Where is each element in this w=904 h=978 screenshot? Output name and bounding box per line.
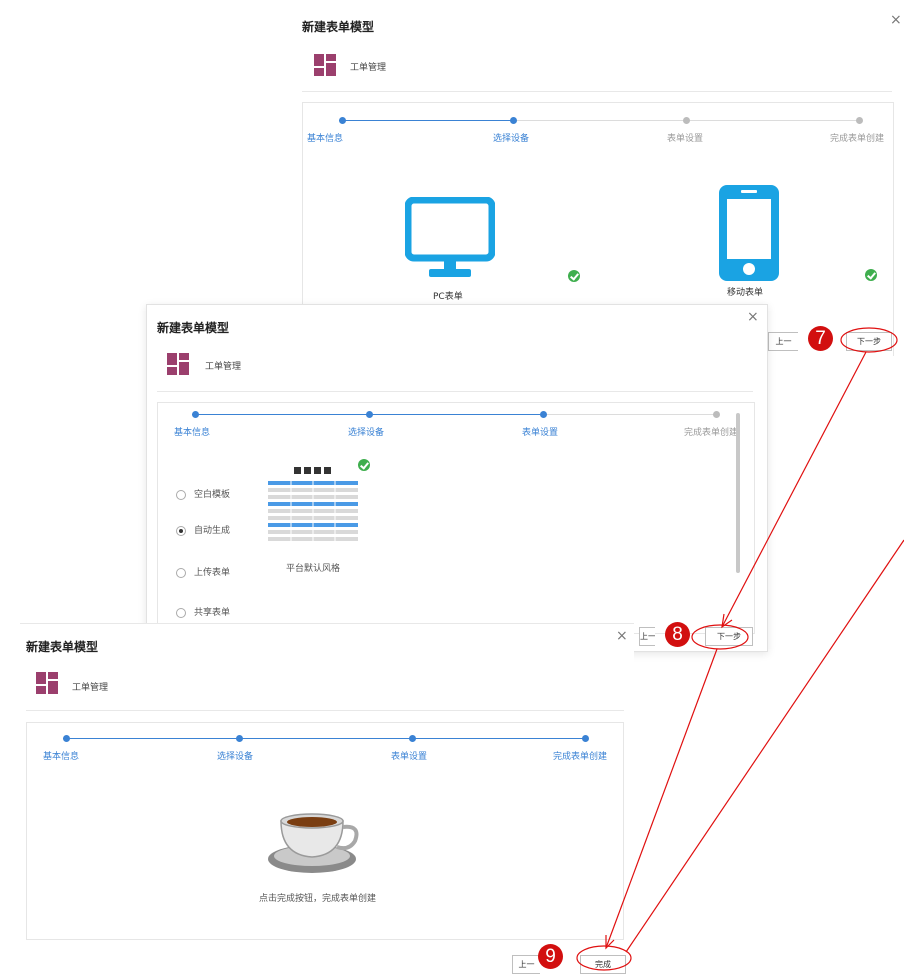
callout-ring-next-1 (840, 327, 898, 353)
callout-badge: 9 (538, 944, 563, 969)
annotation-layer (576, 327, 904, 971)
callout-arrow (625, 539, 904, 953)
callout-arrow (605, 648, 718, 949)
callout-badge: 8 (665, 622, 690, 647)
callout-badge: 7 (808, 326, 833, 351)
callout-ring-next-2 (691, 624, 749, 650)
callout-ring-finish (576, 945, 632, 971)
callout-arrow (721, 351, 867, 628)
